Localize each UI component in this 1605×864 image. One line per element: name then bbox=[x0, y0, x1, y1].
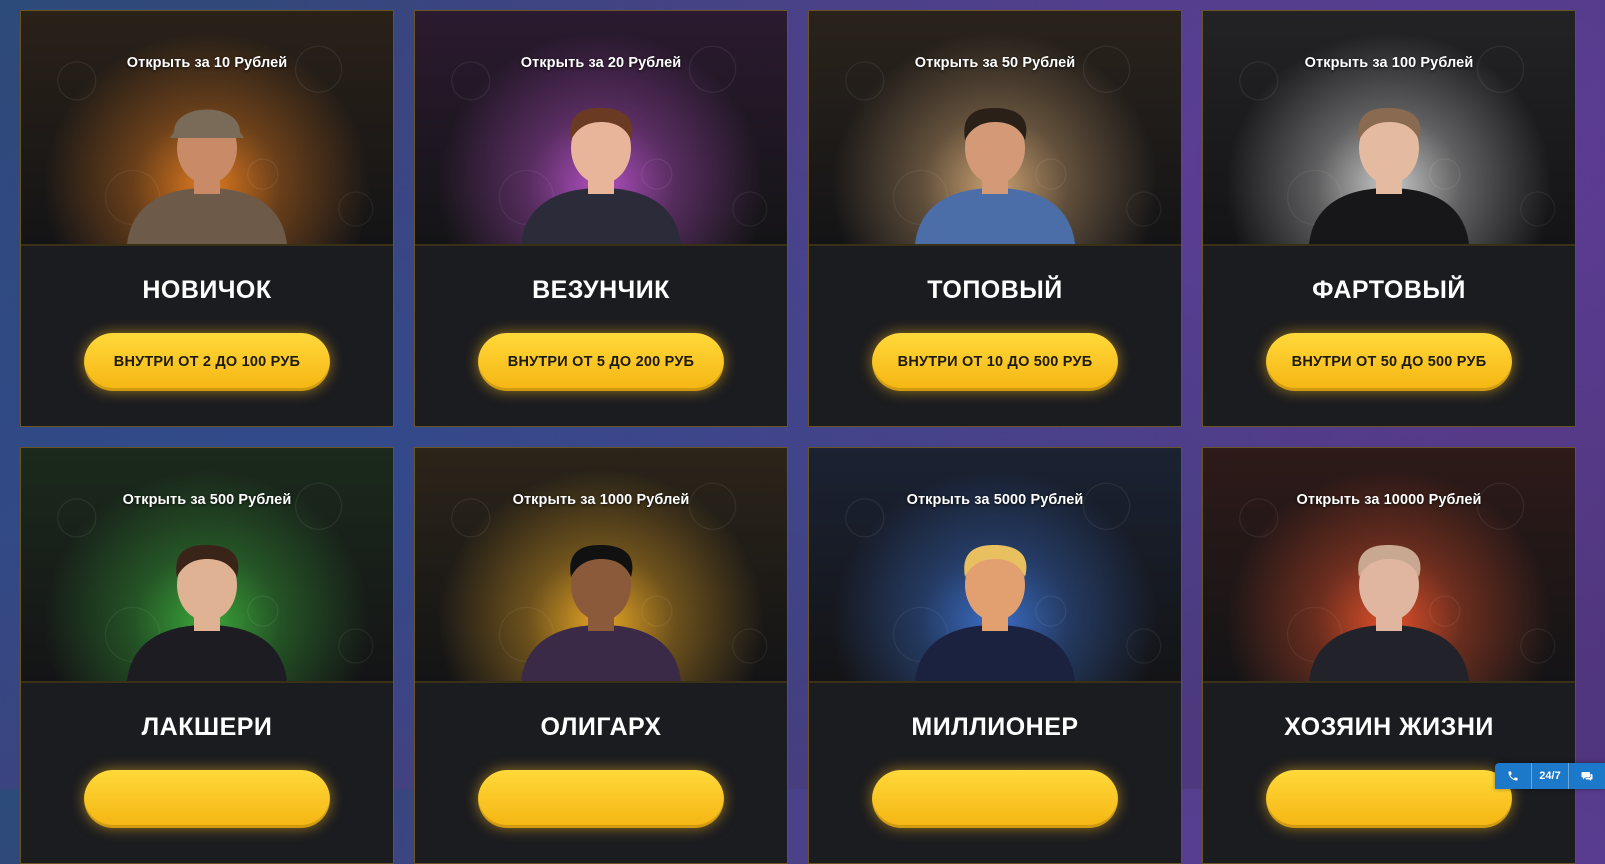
case-title: ОЛИГАРХ bbox=[540, 713, 662, 741]
case-open-button[interactable] bbox=[1266, 770, 1512, 828]
character-body bbox=[1309, 188, 1469, 244]
case-price: Открыть за 1000 Рублей bbox=[512, 492, 690, 508]
case-card[interactable]: Открыть за 10 Рублей НОВИЧОК ВНУТРИ ОТ 2 Д… bbox=[20, 10, 394, 427]
case-open-button[interactable] bbox=[478, 770, 724, 828]
case-title: МИЛЛИОНЕР bbox=[911, 713, 1079, 741]
support-widget: 24/7 bbox=[1495, 763, 1605, 789]
case-price: Открыть за 10000 Рублей bbox=[1296, 492, 1482, 508]
case-card[interactable]: Открыть за 100 Рублей ФАРТОВЫЙ ВНУТРИ ОТ 5… bbox=[1202, 10, 1576, 427]
case-grid: Открыть за 10 Рублей НОВИЧОК ВНУТРИ ОТ 2 Д… bbox=[20, 10, 1580, 864]
support-hours[interactable]: 24/7 bbox=[1531, 763, 1568, 789]
character-body bbox=[521, 625, 681, 681]
case-card[interactable]: Открыть за 50 Рублей ТОПОВЫЙ ВНУТРИ ОТ 10 … bbox=[808, 10, 1182, 427]
case-open-button[interactable] bbox=[872, 770, 1118, 828]
case-artwork: Открыть за 1000 Рублей bbox=[415, 448, 787, 683]
case-open-button[interactable]: ВНУТРИ ОТ 50 ДО 500 РУБ bbox=[1266, 333, 1512, 391]
case-card[interactable]: Открыть за 20 Рублей ВЕЗУНЧИК ВНУТРИ ОТ 5 … bbox=[414, 10, 788, 427]
case-price: Открыть за 100 Рублей bbox=[1304, 55, 1474, 71]
character-portrait bbox=[521, 108, 681, 244]
case-artwork: Открыть за 20 Рублей bbox=[415, 11, 787, 246]
character-body bbox=[127, 188, 287, 244]
case-title: ВЕЗУНЧИК bbox=[532, 276, 670, 304]
case-title: ТОПОВЫЙ bbox=[927, 276, 1063, 304]
case-artwork: Открыть за 50 Рублей bbox=[809, 11, 1181, 246]
case-price: Открыть за 20 Рублей bbox=[520, 55, 682, 71]
chat-icon bbox=[1581, 772, 1593, 781]
character-portrait bbox=[1309, 108, 1469, 244]
case-artwork: Открыть за 100 Рублей bbox=[1203, 11, 1575, 246]
case-title: ХОЗЯИН ЖИЗНИ bbox=[1284, 713, 1494, 741]
character-portrait bbox=[521, 545, 681, 681]
case-open-button[interactable]: ВНУТРИ ОТ 5 ДО 200 РУБ bbox=[478, 333, 724, 391]
character-body bbox=[915, 625, 1075, 681]
character-hat bbox=[170, 109, 244, 138]
character-portrait bbox=[127, 109, 287, 244]
case-open-button[interactable] bbox=[84, 770, 330, 828]
case-artwork: Открыть за 10 Рублей bbox=[21, 11, 393, 246]
phone-icon bbox=[1508, 771, 1518, 781]
case-open-button[interactable]: ВНУТРИ ОТ 10 ДО 500 РУБ bbox=[872, 333, 1118, 391]
case-artwork: Открыть за 10000 Рублей bbox=[1203, 448, 1575, 683]
case-title: НОВИЧОК bbox=[142, 276, 272, 304]
case-artwork: Открыть за 5000 Рублей bbox=[809, 448, 1181, 683]
case-artwork: Открыть за 500 Рублей bbox=[21, 448, 393, 683]
case-title: ЛАКШЕРИ bbox=[141, 713, 273, 741]
character-portrait bbox=[915, 545, 1075, 681]
character-body bbox=[521, 188, 681, 244]
character-body bbox=[915, 188, 1075, 244]
case-card[interactable]: Открыть за 10000 Рублей ХОЗЯИН ЖИЗНИ bbox=[1202, 447, 1576, 864]
character-portrait bbox=[127, 545, 287, 681]
character-portrait bbox=[915, 108, 1075, 244]
chat-button[interactable] bbox=[1568, 763, 1605, 789]
case-open-button[interactable]: ВНУТРИ ОТ 2 ДО 100 РУБ bbox=[84, 333, 330, 391]
case-price: Открыть за 5000 Рублей bbox=[906, 492, 1084, 508]
character-body bbox=[127, 625, 287, 681]
case-price: Открыть за 500 Рублей bbox=[122, 492, 292, 508]
character-body bbox=[1309, 625, 1469, 681]
case-price: Открыть за 10 Рублей bbox=[126, 55, 288, 71]
character-portrait bbox=[1309, 545, 1469, 681]
case-card[interactable]: Открыть за 500 Рублей ЛАКШЕРИ bbox=[20, 447, 394, 864]
call-button[interactable] bbox=[1495, 763, 1531, 789]
case-title: ФАРТОВЫЙ bbox=[1312, 276, 1466, 304]
case-card[interactable]: Открыть за 5000 Рублей МИЛЛИОНЕР bbox=[808, 447, 1182, 864]
case-price: Открыть за 50 Рублей bbox=[914, 55, 1076, 71]
case-card[interactable]: Открыть за 1000 Рублей ОЛИГАРХ bbox=[414, 447, 788, 864]
